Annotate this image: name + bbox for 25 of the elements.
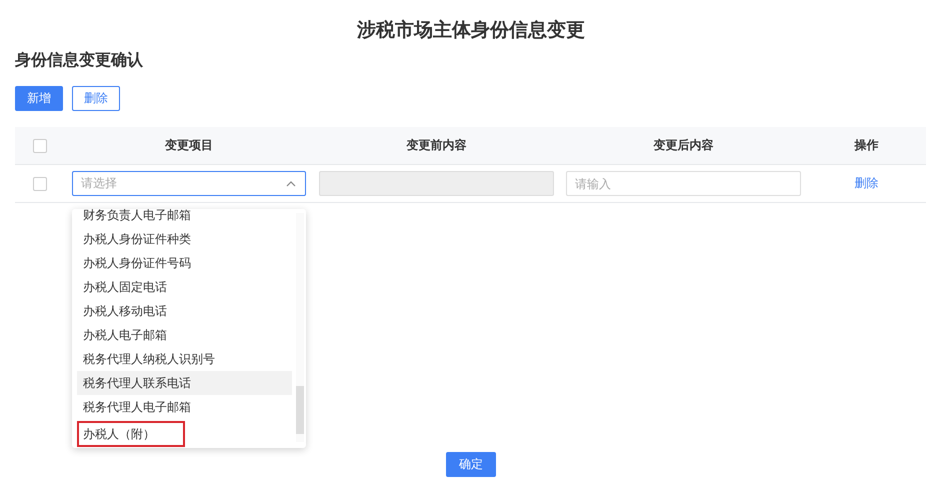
dropdown-option[interactable]: 办税人身份证件号码 (77, 251, 292, 275)
scrollbar[interactable] (296, 213, 304, 442)
dropdown-option[interactable]: 财务负责人电子邮箱 (77, 209, 292, 227)
add-button[interactable]: 新增 (15, 86, 63, 111)
dropdown-option[interactable]: 办税人移动电话 (77, 299, 292, 323)
input-field[interactable]: 请输入 (566, 171, 801, 196)
dropdown-option[interactable]: 办税人（附） (77, 421, 185, 447)
column-header: 变更前内容 (406, 137, 466, 154)
dropdown-option[interactable]: 税务代理人纳税人识别号 (77, 347, 292, 371)
checkbox[interactable] (33, 138, 47, 152)
column-header: 操作 (854, 137, 878, 154)
delete-button[interactable]: 删除 (72, 86, 120, 111)
dropdown-option[interactable]: 办税人固定电话 (77, 275, 292, 299)
page-title: 涉税市场主体身份信息变更 (356, 18, 586, 43)
confirm-button[interactable]: 确定 (446, 452, 496, 477)
column-header: 变更后内容 (654, 137, 714, 154)
delete-link[interactable]: 删除 (854, 175, 878, 192)
dropdown-option[interactable]: 办税人电子邮箱 (77, 323, 292, 347)
dropdown-option[interactable]: 税务代理人电子邮箱 (77, 395, 292, 419)
dropdown-option[interactable]: 税务代理人联系电话 (77, 371, 292, 395)
checkbox[interactable] (33, 176, 47, 190)
dropdown-option[interactable]: 办税人身份证件种类 (77, 227, 292, 251)
column-header: 变更项目 (165, 137, 213, 154)
section-title: 身份信息变更确认 (15, 49, 144, 71)
chevron-up-icon (286, 180, 296, 186)
